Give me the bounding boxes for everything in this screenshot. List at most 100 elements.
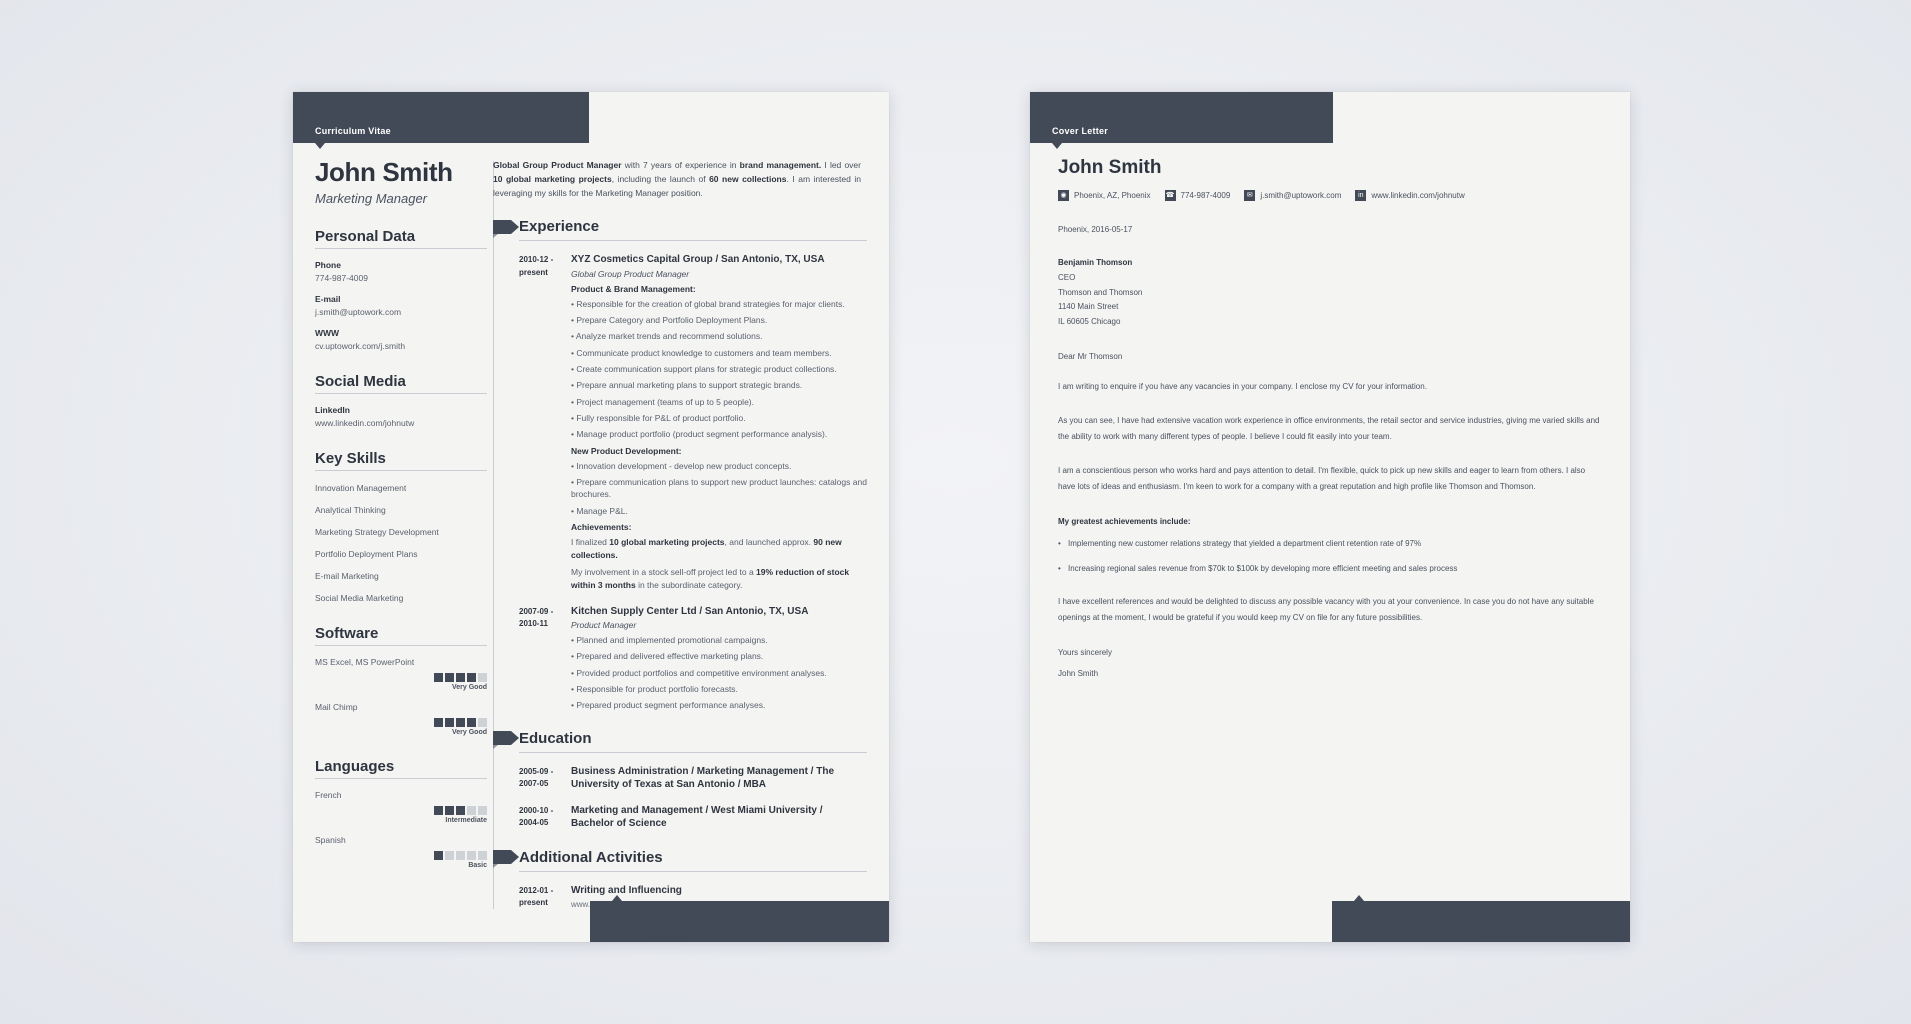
- cv-entry: 2000-10 - 2004-05 Marketing and Managemen…: [519, 804, 867, 831]
- language-rating: [315, 806, 487, 815]
- rule-experience: [519, 240, 867, 242]
- section-header-experience: Experience: [493, 218, 867, 238]
- entry-bullet: • Communicate product knowledge to custo…: [571, 347, 832, 358]
- phone-icon: ☎: [1164, 190, 1176, 201]
- experience-entries: 2010-12 - present XYZ Cosmetics Capital G…: [493, 253, 867, 711]
- achievement-item: Implementing new customer relations stra…: [1058, 536, 1602, 551]
- cv-document-kicker: Curriculum Vitae: [315, 126, 391, 136]
- entry-body: Marketing and Management / West Miami Un…: [571, 804, 867, 831]
- rating-dot: [445, 806, 454, 815]
- social-media-list: LinkedIn www.linkedin.com/johnutw: [315, 405, 487, 428]
- entry-bullet: • Planned and implemented promotional ca…: [571, 635, 768, 646]
- entry-bullet: • Prepared product segment performance a…: [571, 700, 766, 711]
- cover-letter-header-bar: Cover Letter: [1030, 92, 1333, 143]
- language-name: Spanish: [315, 835, 346, 845]
- cv-sidebar: John Smith Marketing Manager Personal Da…: [315, 143, 487, 869]
- cover-letter-closing-paragraph: I have excellent references and would be…: [1058, 597, 1594, 623]
- rating-dot: [467, 673, 476, 682]
- contact-item[interactable]: ☎ 774-987-4009: [1164, 190, 1231, 201]
- contact-text: 774-987-4009: [1180, 191, 1231, 200]
- personal-data-label: WWW: [315, 328, 340, 338]
- entry-bullet: • Responsible for the creation of global…: [571, 298, 845, 309]
- software-rating-list: MS Excel, MS PowerPoint Very Good Mail Chi…: [315, 657, 487, 736]
- rating-dot: [434, 806, 443, 815]
- software-level: Very Good: [451, 729, 487, 736]
- entry-bullet: • Manage product portfolio (product segm…: [571, 429, 828, 440]
- entry-body: Business Administration / Marketing Mana…: [571, 765, 867, 792]
- recipient-title: CEO: [1058, 272, 1076, 282]
- section-title-personal-data: Personal Data: [315, 228, 487, 249]
- rating-dot: [445, 673, 454, 682]
- cover-letter-footer-notch: [1354, 895, 1364, 901]
- entry-subheading: New Product Development:: [571, 445, 682, 456]
- location-pin-icon: ◉: [1058, 190, 1069, 201]
- software-name: Mail Chimp: [315, 702, 358, 712]
- cv-entry: 2010-12 - present XYZ Cosmetics Capital G…: [519, 253, 867, 592]
- cv-document-page[interactable]: Curriculum Vitae John Smith Marketing Ma…: [293, 92, 889, 942]
- rating-dot: [456, 851, 465, 860]
- recipient-company: Thomson and Thomson: [1058, 287, 1143, 297]
- contact-item[interactable]: ◉ Phoenix, AZ, Phoenix: [1058, 190, 1151, 201]
- entry-paragraph: My involvement in a stock sell-off proje…: [571, 567, 850, 591]
- contact-item[interactable]: ✉ j.smith@uptowork.com: [1244, 190, 1341, 201]
- key-skills-list: Innovation Management Analytical Thinking…: [315, 483, 487, 603]
- rating-dot: [445, 851, 454, 860]
- languages-rating-list: French Intermediate Spanish Basic: [315, 790, 487, 869]
- cv-profile-summary: Global Group Product Manager with 7 year…: [493, 160, 861, 198]
- cover-letter-paragraph: I am a conscientious person who works ha…: [1058, 465, 1586, 491]
- entry-bullet: • Fully responsible for P&L of product p…: [571, 412, 746, 423]
- achievement-item: Increasing regional sales revenue from $…: [1058, 561, 1602, 576]
- software-item: Mail Chimp Very Good: [315, 702, 487, 736]
- cv-main-column: Global Group Product Manager with 7 year…: [493, 143, 867, 909]
- social-media-value: www.linkedin.com/johnutw: [315, 418, 415, 428]
- arrow-marker-icon: [493, 731, 519, 750]
- language-item: Spanish Basic: [315, 835, 487, 869]
- entry-bullet: • Provided product portfolios and compet…: [571, 667, 827, 678]
- entry-body: Kitchen Supply Center Ltd / San Antonio,…: [571, 605, 867, 712]
- key-skill-item: Marketing Strategy Development: [315, 527, 439, 537]
- entry-date: 2012-01 - present: [519, 885, 554, 907]
- entry-subheading: Achievements:: [571, 521, 632, 532]
- personal-data-value: 774-987-4009: [315, 273, 368, 283]
- key-skill-item: E-mail Marketing: [315, 571, 379, 581]
- rating-dot: [467, 851, 476, 860]
- recipient-name: Benjamin Thomson: [1058, 258, 1133, 267]
- cover-letter-signature: John Smith: [1058, 669, 1099, 679]
- language-item: French Intermediate: [315, 790, 487, 824]
- section-header-education: Education: [493, 729, 867, 750]
- entry-date: 2005-09 - 2007-05: [519, 766, 554, 788]
- rating-dot: [478, 851, 487, 860]
- cover-letter-document-page[interactable]: Cover Letter John Smith ◉ Phoenix, AZ, Ph…: [1030, 92, 1630, 942]
- cover-letter-contact-bar: ◉ Phoenix, AZ, Phoenix ☎ 774-987-4009 ✉ j.smi…: [1058, 190, 1602, 201]
- cover-letter-salutation: Dear Mr Thomson: [1058, 351, 1123, 361]
- entry-body: XYZ Cosmetics Capital Group / San Antoni…: [571, 253, 867, 592]
- rating-dot: [478, 673, 487, 682]
- language-rating: [315, 851, 487, 860]
- cover-letter-paragraph: As you can see, I have had extensive vac…: [1058, 415, 1600, 441]
- rule-additional-activities: [519, 870, 867, 872]
- entry-bullet: • Manage P&L.: [571, 505, 628, 516]
- rating-dot: [467, 718, 476, 727]
- rating-dot: [445, 718, 454, 727]
- entry-date: 2007-09 - 2010-11: [519, 606, 554, 628]
- section-title-education: Education: [519, 729, 592, 747]
- arrow-marker-icon: [493, 850, 519, 869]
- recipient-street: 1140 Main Street: [1058, 302, 1119, 312]
- cover-letter-kicker: Cover Letter: [1052, 126, 1109, 136]
- contact-text: j.smith@uptowork.com: [1260, 191, 1342, 200]
- recipient-address-block: Benjamin Thomson CEO Thomson and Thomson…: [1058, 256, 1602, 330]
- rating-dot: [434, 718, 443, 727]
- entry-subheading: Product & Brand Management:: [571, 283, 696, 294]
- software-rating: [315, 673, 487, 682]
- rule-education: [519, 751, 867, 753]
- contact-item[interactable]: in www.linkedin.com/johnutw: [1355, 190, 1465, 201]
- entry-role: Global Group Product Manager: [571, 268, 690, 279]
- cover-letter-sign-off: Yours sincerely: [1058, 648, 1112, 658]
- entry-date: 2000-10 - 2004-05: [519, 805, 554, 827]
- cv-entry: 2007-09 - 2010-11 Kitchen Supply Center L…: [519, 605, 867, 712]
- entry-bullet: • Prepare annual marketing plans to supp…: [571, 380, 803, 391]
- achievements-list: Implementing new customer relations stra…: [1058, 536, 1602, 577]
- envelope-icon: ✉: [1244, 190, 1256, 201]
- cover-letter-body-paragraphs: I am writing to enquire if you have any …: [1058, 379, 1602, 495]
- contact-text: Phoenix, AZ, Phoenix: [1074, 191, 1151, 200]
